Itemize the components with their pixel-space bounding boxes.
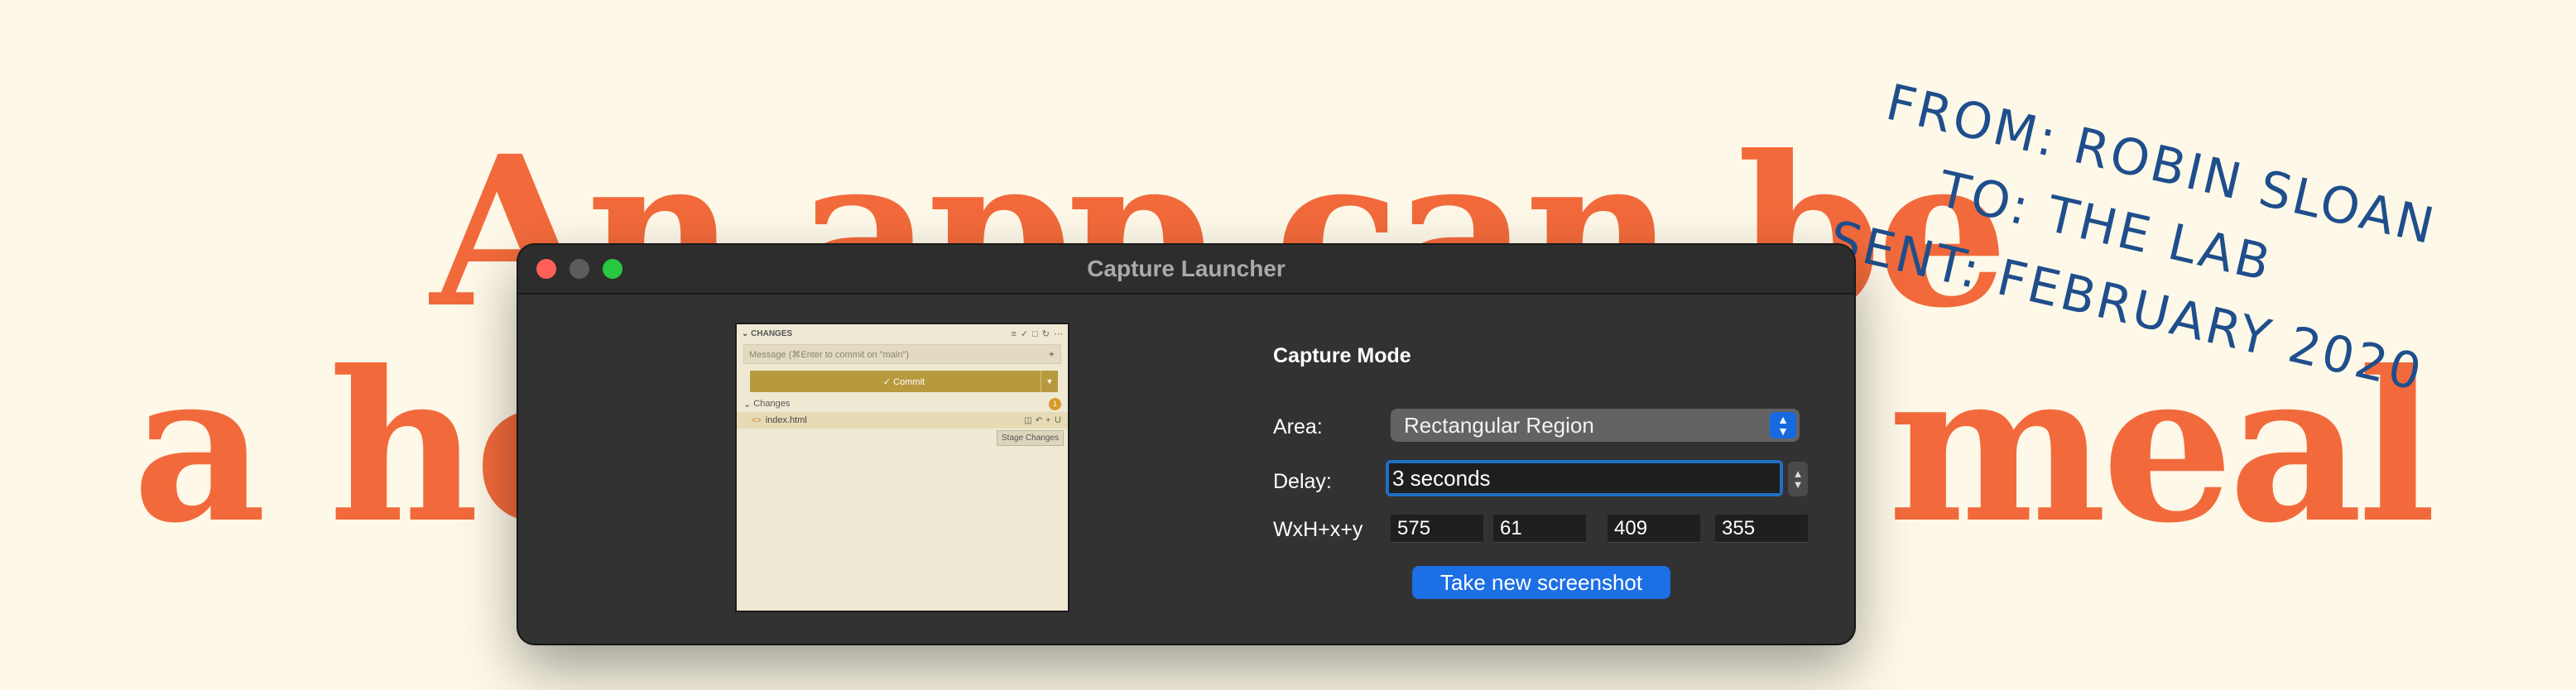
delay-label: Delay: xyxy=(1273,470,1332,493)
preview-file-row: <> index.html ◫ ↶ + U xyxy=(737,412,1068,429)
close-button[interactable] xyxy=(536,259,556,279)
preview-commit-label: ✓ Commit xyxy=(882,376,925,387)
zoom-button[interactable] xyxy=(603,259,622,279)
preview-commit-button: ✓ Commit ▼ xyxy=(750,371,1058,392)
preview-changes-label: Changes xyxy=(753,399,791,409)
preview-file-actions: ◫ ↶ + xyxy=(1021,415,1050,425)
x-field[interactable] xyxy=(1608,515,1700,543)
preview-toolbar-icons: ≡ ✓ □ ↻ ⋯ xyxy=(1007,328,1063,339)
height-field[interactable] xyxy=(1493,515,1586,543)
geometry-label: WxH+x+y xyxy=(1273,518,1363,541)
plus-icon: + xyxy=(1045,416,1051,425)
chevron-down-icon: ⌄ xyxy=(743,399,754,410)
preview-file-status: U xyxy=(1055,415,1061,425)
refresh-icon: ↻ xyxy=(1041,328,1050,339)
sparkle-icon: ✦ xyxy=(1047,349,1055,360)
area-select[interactable]: Rectangular Region ▲ ▼ xyxy=(1391,409,1800,442)
minimize-button[interactable] xyxy=(570,259,589,279)
area-label: Area: xyxy=(1273,415,1323,438)
preview-message-input: Message (⌘Enter to commit on "main") ✦ xyxy=(743,344,1061,364)
delay-input[interactable] xyxy=(1389,463,1780,493)
delay-field-frame xyxy=(1386,460,1783,496)
preview-changes-badge: 1 xyxy=(1049,397,1061,410)
preview-changes-group: ⌄ Changes 1 xyxy=(737,395,1068,412)
list-icon: ≡ xyxy=(1011,328,1016,339)
width-field[interactable] xyxy=(1391,515,1483,543)
capture-mode-heading: Capture Mode xyxy=(1273,344,1411,367)
area-select-value: Rectangular Region xyxy=(1404,413,1594,438)
y-field[interactable] xyxy=(1715,515,1808,543)
open-file-icon: ◫ xyxy=(1024,416,1032,425)
capture-launcher-window: Capture Launcher ⌄ CHANGES ≡ ✓ □ ↻ ⋯ Message… xyxy=(518,245,1854,644)
chevron-down-icon: ⌄ xyxy=(742,328,752,338)
comment-icon: □ xyxy=(1032,328,1038,339)
window-title: Capture Launcher xyxy=(1087,256,1286,281)
title-bar[interactable]: Capture Launcher xyxy=(518,245,1854,295)
take-screenshot-label: Take new screenshot xyxy=(1439,569,1643,595)
preview-changes-header: ⌄ CHANGES ≡ ✓ □ ↻ ⋯ xyxy=(737,324,1068,343)
take-screenshot-button[interactable]: Take new screenshot xyxy=(1412,566,1670,599)
preview-tooltip: Stage Changes xyxy=(997,430,1064,446)
preview-file-name: index.html xyxy=(765,415,807,425)
more-icon: ⋯ xyxy=(1054,328,1063,339)
chevron-updown-icon: ▲ ▼ xyxy=(1770,412,1796,438)
check-icon: ✓ xyxy=(1020,328,1029,339)
preview-message-placeholder: Message (⌘Enter to commit on "main") xyxy=(749,349,910,360)
code-icon: <> xyxy=(752,415,762,425)
screenshot-preview: ⌄ CHANGES ≡ ✓ □ ↻ ⋯ Message (⌘Enter to commi… xyxy=(735,323,1069,612)
delay-stepper[interactable]: ▲ ▼ xyxy=(1788,462,1808,496)
discard-icon: ↶ xyxy=(1035,416,1043,425)
preview-section-label: CHANGES xyxy=(751,328,793,338)
chevron-down-icon: ▼ xyxy=(1040,371,1058,392)
